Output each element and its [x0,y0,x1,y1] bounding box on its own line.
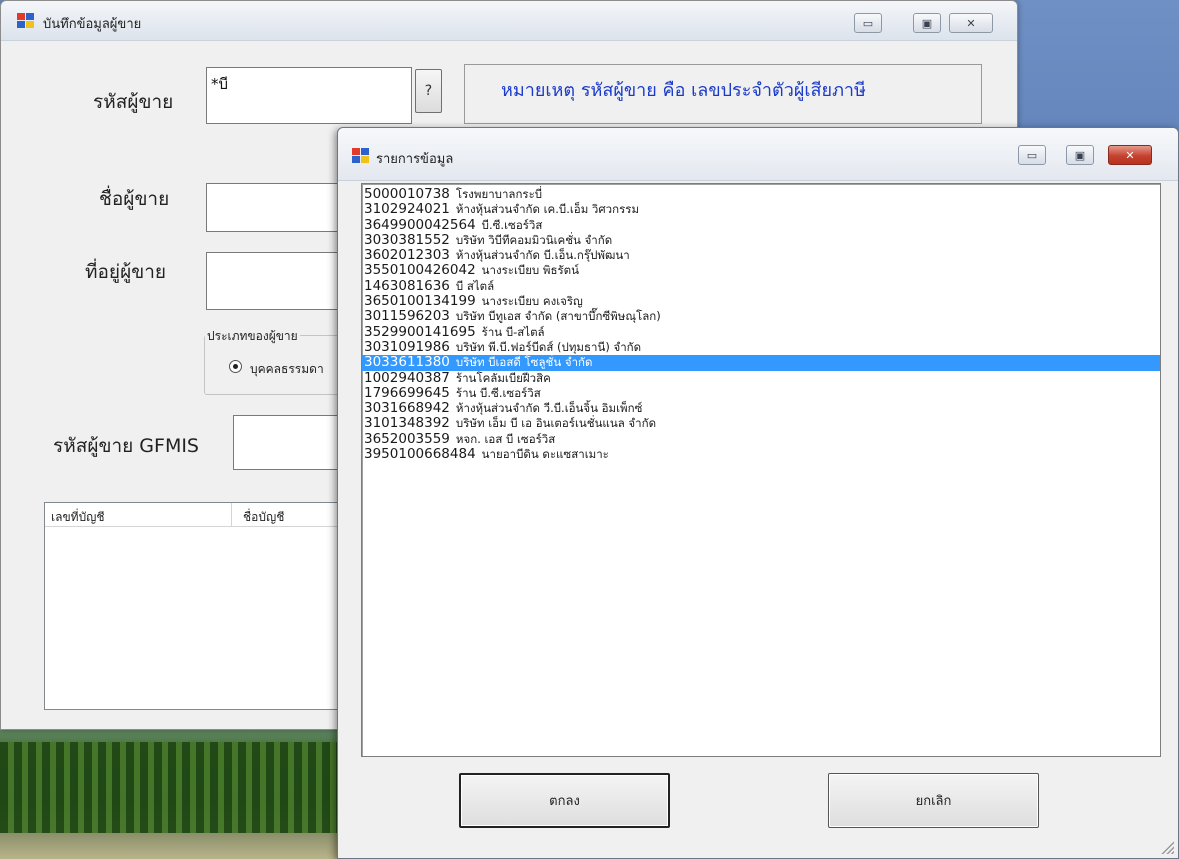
list-item-code: 3031668942 [364,400,450,417]
list-item-name: บี สไตล์ [455,278,495,293]
vendor-type-group: ประเภทของผู้ขาย บุคคลธรรมดา [204,327,344,395]
list-item[interactable]: 3550100426042 นางระเบียบ พิธรัตน์ [362,262,1160,279]
vendor-address-input[interactable] [206,252,356,310]
app-icon [352,148,370,164]
note-box: หมายเหตุ รหัสผู้ขาย คือ เลขประจำตัวผู้เส… [464,64,982,124]
list-item[interactable]: 3031668942 ห้างหุ้นส่วนจำกัด วี.บี.เอ็นจิ… [362,400,1160,417]
data-list-window: รายการข้อมูล ▭ ▣ ✕ 5000010738 โรงพยาบาลกร… [337,127,1179,859]
list-item-code: 3011596203 [364,308,450,325]
list-item[interactable]: 3602012303 ห้างหุ้นส่วนจำกัด บี.เอ็น.กรุ๊… [362,247,1160,264]
list-item[interactable]: 1002940387 ร้านโคลัมเบียฝีวสิค [362,369,1160,386]
list-item-name: ห้างหุ้นส่วนจำกัด เค.บี.เอ็ม วิศวกรรม [455,202,640,217]
list-item[interactable]: 3652003559 หจก. เอส บี เซอร์วิส [362,430,1160,447]
list-item-name: นางระเบียบ พิธรัตน์ [481,263,579,278]
column-separator[interactable] [231,503,232,527]
maximize-button[interactable]: ▣ [913,13,941,33]
minimize-button[interactable]: ▭ [1018,145,1046,165]
vendor-type-group-title: ประเภทของผู้ขาย [205,327,300,346]
list-item-code: 1463081636 [364,277,450,294]
minimize-button[interactable]: ▭ [854,13,882,33]
wallpaper-path [0,833,360,859]
list-item-code: 3102924021 [364,201,450,218]
close-button[interactable]: ✕ [949,13,993,33]
app-icon [17,13,35,29]
list-item-name: บริษัท บีเอสดี โซลูชั่น จำกัด [455,355,593,370]
list-item-code: 3030381552 [364,231,450,248]
list-item[interactable]: 3950100668484 นายอาบีดิน ดะแซสาเมาะ [362,446,1160,463]
lookup-button[interactable]: ? [415,69,442,113]
desktop-wallpaper [0,720,360,859]
account-list-header: เลขที่บัญชี ชื่อบัญชี [45,503,353,527]
list-item[interactable]: 3529900141695 ร้าน บี-สไตล์ [362,323,1160,340]
vendor-address-label: ที่อยู่ผู้ขาย [85,261,166,283]
list-item[interactable]: 1796699645 ร้าน บี.ซี.เซอร์วิส [362,384,1160,401]
list-item-code: 1796699645 [364,384,450,401]
list-item-name: บริษัท วิบีทีคอมมิวนิเคชั่น จำกัด [455,232,613,247]
gfmis-input[interactable] [233,415,353,470]
vendor-code-input[interactable]: *บี [206,67,412,124]
ok-button[interactable]: ตกลง [459,773,670,828]
account-listview[interactable]: เลขที่บัญชี ชื่อบัญชี [44,502,354,710]
list-item-name: บี.ซี.เซอร์วิส [481,217,543,232]
list-item-name: โรงพยาบาลกระบี่ [455,187,543,201]
vendor-name-input[interactable] [206,183,356,232]
list-item-name: บริษัท บีทูเอส จำกัด (สาขาบึ๊กซีพิษณุโลก… [455,309,661,324]
maximize-button[interactable]: ▣ [1066,145,1094,165]
list-item[interactable]: 5000010738 โรงพยาบาลกระบี่ [362,186,1160,202]
list-item[interactable]: 3102924021 ห้างหุ้นส่วนจำกัด เค.บี.เอ็ม ว… [362,201,1160,218]
list-window-title: รายการข้อมูล [376,152,454,167]
list-item-name: หจก. เอส บี เซอร์วิส [455,431,556,446]
gfmis-label: รหัสผู้ขาย GFMIS [53,435,199,457]
list-item-code: 3031091986 [364,338,450,355]
vendor-type-radio-label[interactable]: บุคคลธรรมดา [250,360,324,379]
list-item-name: นายอาบีดิน ดะแซสาเมาะ [481,447,609,462]
list-item-name: บริษัท พี.บี.ฟอร์บีดส์ (ปทุมธานี) จำกัด [455,339,642,354]
close-icon: ✕ [1125,148,1135,162]
column-account-name[interactable]: ชื่อบัญชี [243,508,284,527]
list-item-code: 3650100134199 [364,293,476,310]
list-item-name: บริษัท เอ็ม บี เอ อินเตอร์เนชั่นแนล จำกั… [455,416,657,431]
list-item[interactable]: 3033611380 บริษัท บีเอสดี โซลูชั่น จำกัด [362,354,1160,371]
list-item[interactable]: 1463081636 บี สไตล์ [362,277,1160,294]
list-item-code: 3602012303 [364,247,450,264]
list-item-code: 3649900042564 [364,216,476,233]
list-item-name: ห้างหุ้นส่วนจำกัด บี.เอ็น.กรุ๊ปพัฒนา [455,248,630,263]
list-item-name: ร้าน บี-สไตล์ [481,324,545,339]
list-item-name: ร้าน บี.ซี.เซอร์วิส [455,385,541,400]
list-item-code: 3950100668484 [364,446,476,463]
list-item[interactable]: 3011596203 บริษัท บีทูเอส จำกัด (สาขาบึ๊ก… [362,308,1160,325]
list-item-code: 5000010738 [364,186,450,202]
minimize-icon: ▭ [862,16,874,30]
list-item[interactable]: 3031091986 บริษัท พี.บี.ฟอร์บีดส์ (ปทุมธา… [362,338,1160,355]
vendor-window-title: บันทึกข้อมูลผู้ขาย [43,17,142,32]
list-item-code: 1002940387 [364,369,450,386]
maximize-icon: ▣ [1074,148,1086,162]
vendor-type-radio[interactable] [229,360,242,373]
list-item-code: 3101348392 [364,415,450,432]
list-window-titlebar[interactable]: รายการข้อมูล ▭ ▣ ✕ [338,128,1178,181]
list-item[interactable]: 3030381552 บริษัท วิบีทีคอมมิวนิเคชั่น จำ… [362,231,1160,248]
minimize-icon: ▭ [1026,148,1038,162]
list-item-code: 3529900141695 [364,323,476,340]
list-item[interactable]: 3650100134199 นางระเบียบ คงเจริญ [362,293,1160,310]
list-item-code: 3550100426042 [364,262,476,279]
list-item-code: 3652003559 [364,430,450,447]
list-item-name: ร้านโคลัมเบียฝีวสิค [455,370,551,385]
column-account-number[interactable]: เลขที่บัญชี [51,508,105,527]
list-item-name: นางระเบียบ คงเจริญ [481,294,583,309]
resize-grip-icon[interactable] [1160,840,1174,854]
list-item-code: 3033611380 [364,354,450,371]
vendor-code-label: รหัสผู้ขาย [93,91,174,113]
close-button[interactable]: ✕ [1108,145,1152,165]
vendor-name-label: ชื่อผู้ขาย [99,188,170,210]
cancel-button[interactable]: ยกเลิก [828,773,1039,828]
list-item[interactable]: 3649900042564 บี.ซี.เซอร์วิส [362,216,1160,233]
list-item-name: ห้างหุ้นส่วนจำกัด วี.บี.เอ็นจิ้น อิมเพ็ก… [455,401,643,416]
note-text: หมายเหตุ รหัสผู้ขาย คือ เลขประจำตัวผู้เส… [501,80,866,101]
vendor-window-titlebar[interactable]: บันทึกข้อมูลผู้ขาย ▭ ▣ ✕ [1,1,1017,41]
list-item[interactable]: 3101348392 บริษัท เอ็ม บี เอ อินเตอร์เนชั… [362,415,1160,432]
maximize-icon: ▣ [921,16,933,30]
data-listbox[interactable]: 5000010738 โรงพยาบาลกระบี่ 3102924021 ห้างห… [361,183,1161,757]
close-icon: ✕ [966,16,976,30]
